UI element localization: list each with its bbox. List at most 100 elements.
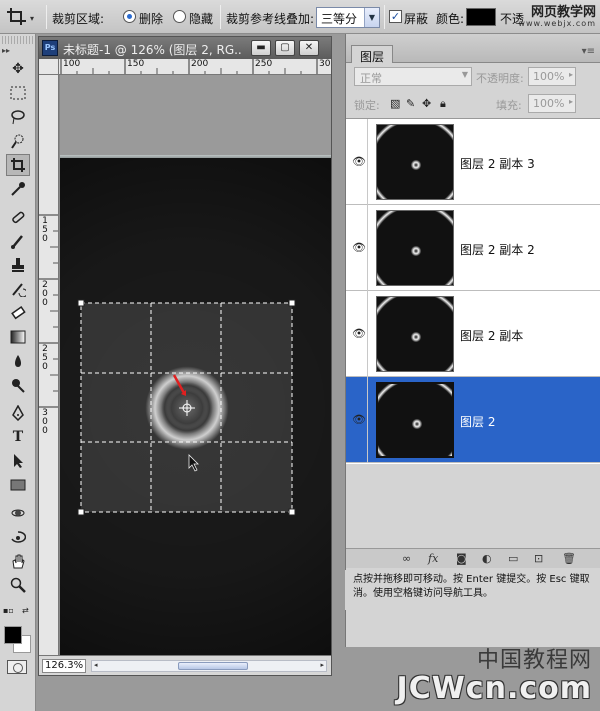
chevron-down-icon[interactable]: ▾: [30, 14, 34, 23]
3d-rotate-tool-icon[interactable]: [6, 502, 30, 524]
horizontal-scrollbar[interactable]: ◂ ▸: [91, 660, 327, 672]
brush-tool-icon[interactable]: [6, 230, 30, 252]
opacity-field[interactable]: 100% ▸: [528, 67, 576, 86]
lasso-tool-icon[interactable]: [6, 106, 30, 128]
visibility-eye-icon[interactable]: 👁︎: [352, 327, 366, 341]
scrollbar-thumb[interactable]: [178, 662, 248, 670]
lock-transparent-icon[interactable]: ▧: [390, 97, 400, 110]
layer-row-selected[interactable]: 👁︎ 图层 2: [346, 377, 600, 463]
canvas[interactable]: [60, 75, 331, 655]
marquee-tool-icon[interactable]: [6, 82, 30, 104]
chevron-right-icon: ▸: [568, 97, 573, 106]
eraser-tool-icon[interactable]: [6, 302, 30, 324]
ruler-label: 250: [255, 59, 273, 69]
document-titlebar[interactable]: Ps 未标题-1 @ 126% (图层 2, RG... ▬ ▢ ✕: [39, 37, 331, 59]
add-mask-icon[interactable]: ◙: [456, 552, 467, 565]
document-title: 未标题-1 @ 126% (图层 2, RG...: [63, 43, 243, 57]
layer-name: 图层 2 副本 2: [460, 243, 535, 257]
maximize-button[interactable]: ▢: [275, 40, 295, 56]
clone-stamp-tool-icon[interactable]: [6, 254, 30, 276]
minimize-button[interactable]: ▬: [251, 40, 271, 56]
close-button[interactable]: ✕: [299, 40, 319, 56]
path-selection-tool-icon[interactable]: [6, 450, 30, 472]
panel-menu-icon[interactable]: ▾≡: [582, 46, 595, 57]
hand-tool-icon[interactable]: [6, 550, 30, 572]
lock-all-icon[interactable]: 🔒︎: [440, 97, 446, 111]
adjustment-layer-icon[interactable]: ◐: [482, 552, 492, 565]
lock-image-icon[interactable]: ✎: [406, 97, 415, 110]
pen-tool-icon[interactable]: [6, 402, 30, 424]
layer-name: 图层 2 副本: [460, 329, 524, 343]
chevron-right-icon: ▸: [568, 70, 573, 79]
horizontal-ruler[interactable]: 100 150 200 250 300: [59, 59, 331, 75]
move-tool-icon[interactable]: ✥: [6, 58, 30, 80]
link-layers-icon[interactable]: ∞: [402, 552, 411, 565]
ruler-label: 200: [42, 280, 48, 308]
hide-label: 隐藏: [189, 12, 214, 26]
type-tool-icon[interactable]: T: [6, 426, 30, 448]
hide-radio[interactable]: [173, 10, 186, 23]
delete-layer-icon[interactable]: 🗑︎: [562, 552, 576, 565]
crop-tool-icon[interactable]: [6, 154, 30, 176]
shield-label: 屏蔽: [404, 12, 429, 26]
ripple-image: [60, 75, 331, 655]
lock-label: 锁定:: [354, 99, 380, 112]
watermark-url: www.webjx.com: [518, 19, 596, 28]
separator: [384, 5, 385, 29]
opacity-label: 不透明度:: [476, 72, 524, 85]
layers-panel: 图层 ▾≡ 正常 ▼ 不透明度: 100% ▸ 锁定: ▧ ✎ ✥ 🔒︎ 填充:…: [345, 34, 600, 647]
separator: [46, 5, 47, 29]
watermark-en: JCWcn.com: [396, 671, 592, 706]
rectangle-tool-icon[interactable]: [6, 474, 30, 496]
blend-mode-value: 正常: [360, 72, 382, 85]
info-text: 点按并拖移即可移动。按 Enter 键提交。按 Esc 键取消。使用空格键访问导…: [345, 570, 600, 610]
blur-tool-icon[interactable]: [6, 350, 30, 372]
new-group-icon[interactable]: ▭: [508, 552, 518, 565]
default-colors-icon[interactable]: ▪▫: [3, 606, 14, 615]
vertical-ruler[interactable]: 150 200 250 300: [39, 75, 59, 655]
shield-color-swatch[interactable]: [466, 8, 496, 26]
3d-orbit-tool-icon[interactable]: [6, 526, 30, 548]
gradient-tool-icon[interactable]: [6, 326, 30, 348]
scroll-left-icon[interactable]: ◂: [94, 661, 98, 669]
fill-value: 100%: [533, 97, 565, 110]
eyedropper-tool-icon[interactable]: [6, 178, 30, 200]
layer-style-icon[interactable]: fx: [428, 552, 438, 565]
layer-row[interactable]: 👁︎ 图层 2 副本 3: [346, 119, 600, 205]
swap-colors-icon[interactable]: ⇄: [22, 606, 29, 615]
quick-selection-tool-icon[interactable]: [6, 130, 30, 152]
layers-panel-header: 图层 ▾≡: [346, 34, 600, 64]
opacity-value: 100%: [533, 70, 565, 83]
shield-checkbox[interactable]: ✓: [389, 10, 402, 23]
blend-mode-select[interactable]: 正常 ▼: [354, 67, 472, 86]
dodge-tool-icon[interactable]: [6, 374, 30, 396]
fill-field[interactable]: 100% ▸: [528, 94, 576, 113]
panel-grip[interactable]: [2, 36, 33, 44]
scroll-right-icon[interactable]: ▸: [320, 661, 324, 669]
new-layer-icon[interactable]: ⊡: [534, 552, 543, 565]
ruler-origin[interactable]: [39, 59, 59, 75]
delete-radio[interactable]: [123, 10, 136, 23]
layer-row[interactable]: 👁︎ 图层 2 副本: [346, 291, 600, 377]
visibility-eye-icon[interactable]: 👁︎: [352, 241, 366, 255]
quick-mask-icon[interactable]: [7, 660, 27, 674]
ruler-label: 300: [42, 408, 48, 436]
crop-tool-icon[interactable]: [6, 7, 30, 27]
healing-brush-tool-icon[interactable]: [6, 206, 30, 228]
visibility-eye-icon[interactable]: 👁︎: [352, 155, 366, 169]
zoom-level-field[interactable]: 126.3%: [42, 659, 86, 673]
chevron-down-icon: ▼: [364, 8, 379, 27]
layer-row[interactable]: 👁︎ 图层 2 副本 2: [346, 205, 600, 291]
ruler-label: 150: [127, 59, 145, 69]
history-brush-tool-icon[interactable]: [6, 278, 30, 300]
separator: [220, 5, 221, 29]
overlay-select[interactable]: 三等分 ▼: [316, 7, 380, 28]
tab-layers[interactable]: 图层: [351, 45, 394, 64]
watermark-cn: 中国教程网: [476, 648, 592, 673]
foreground-color-swatch[interactable]: [4, 626, 22, 644]
lock-position-icon[interactable]: ✥: [422, 97, 431, 110]
visibility-eye-icon[interactable]: 👁︎: [352, 413, 366, 427]
zoom-tool-icon[interactable]: [6, 574, 30, 596]
document-window: Ps 未标题-1 @ 126% (图层 2, RG... ▬ ▢ ✕ 100 1…: [38, 36, 332, 676]
collapse-arrows-icon[interactable]: ▸▸: [2, 46, 10, 55]
